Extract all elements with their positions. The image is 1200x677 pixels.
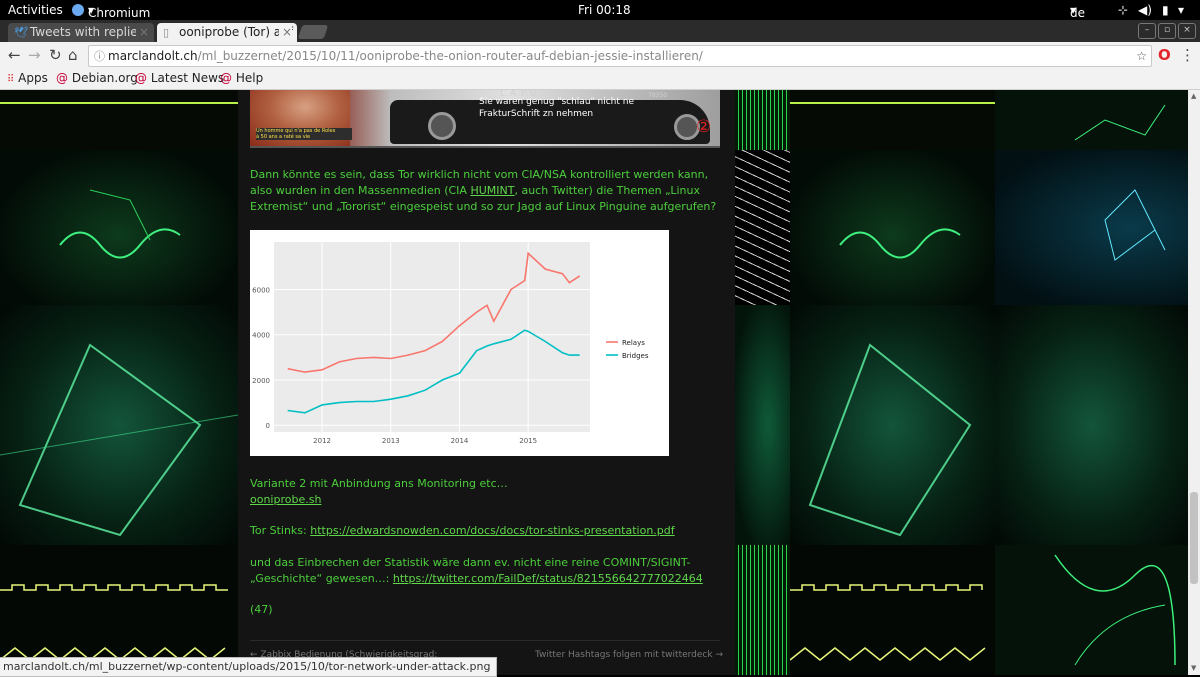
twitter-bird-icon: 🕊 [14,26,28,39]
close-tab-icon[interactable]: × [278,23,292,42]
background-network-image [995,150,1188,305]
address-bar[interactable]: ⓘ marclandolt.ch/ml_buzzernet/2015/10/11/… [88,45,1152,67]
info-icon[interactable]: ⓘ [94,50,105,63]
background-laser-grid-image [790,305,995,545]
bookmark-star-icon[interactable]: ☆ [1136,46,1147,66]
apps-grid-icon: ⠿ [7,74,15,85]
clock[interactable]: Fri 00:18 [578,3,631,17]
chart-svg: 0 2000 4000 6000 2012 2013 2014 2015 Relays Bridg… [252,242,649,445]
car-number: 78350 [648,92,668,99]
browser-toolbar: ← → ↻ ⌂ ⓘ marclandolt.ch/ml_buzzernet/201… [0,42,1200,70]
background-matrix-image [735,545,790,675]
page-viewport: Un homme qui n'a pas de Rolex à 50 ans a … [0,90,1188,675]
twitter-status-link[interactable]: https://twitter.com/FailDef/status/82155… [393,572,703,585]
keyboard-layout-indicator[interactable]: de ▾ [1070,3,1085,20]
y-tick-label: 4000 [252,332,270,340]
close-tab-icon[interactable]: × [135,23,149,42]
background-matrix-image [735,90,790,150]
divider [250,640,720,641]
bookmark-debian[interactable]: @ Debian.org [56,71,138,85]
debian-swirl-icon: @ [220,71,232,85]
y-tick-label: 0 [266,422,270,430]
battery-icon[interactable]: ▮ [1162,3,1169,17]
x-tick-label: 2015 [519,437,537,445]
back-icon[interactable]: ← [8,46,21,64]
x-tick-label: 2014 [451,437,469,445]
minimize-icon[interactable]: – [1138,23,1156,39]
system-top-bar: Activities Chromium Web Browser ▾ Fri 00… [0,0,1200,48]
page-icon: ▯ [163,26,170,39]
background-defcon-laser-image [790,150,995,305]
new-tab-button[interactable] [297,25,329,39]
forward-icon[interactable]: → [28,46,41,64]
status-bubble-url: marclandolt.ch/ml_buzzernet/wp-content/u… [0,657,498,677]
badge-number: ② [696,117,712,137]
y-tick-label: 6000 [252,287,270,295]
view-count: (47) [250,603,273,616]
background-laser-grid-image [995,305,1188,545]
background-wireframe-image [735,150,790,305]
car-wheel [428,112,456,140]
background-waveform-image [790,545,995,675]
activities-button[interactable]: Activities [8,3,63,17]
background-defcon-laser-image [0,150,238,305]
scroll-down-icon[interactable]: ▼ [1191,664,1196,672]
ooniprobe-sh-link[interactable]: ooniprobe.sh [250,493,321,506]
banner-image: Un homme qui n'a pas de Rolex à 50 ans a … [250,90,720,148]
page-scrollbar[interactable]: ▲ ▼ [1188,90,1200,675]
reload-icon[interactable]: ↻ [49,46,62,64]
next-post-link[interactable]: Twitter Hashtags folgen mit twitterdeck … [535,650,723,660]
tor-stinks-paragraph: Tor Stinks: https://edwardsnowden.com/do… [250,524,675,537]
debian-swirl-icon: @ [135,71,147,85]
background-laser-grid-image [0,305,238,545]
x-tick-label: 2012 [313,437,331,445]
rolex-sticker: Un homme qui n'a pas de Rolex à 50 ans a … [256,128,352,140]
legend-label-bridges: Bridges [622,352,649,360]
close-window-icon[interactable]: × [1178,23,1196,39]
chromium-app-icon [72,4,84,16]
tor-stinks-link[interactable]: https://edwardsnowden.com/docs/docs/tor-… [310,524,674,537]
background-oscilloscope-image [0,90,238,150]
background-laser-lines-image [995,545,1188,675]
variante-text: Variante 2 mit Anbindung ans Monitoring … [250,477,508,490]
background-oscilloscope-image [790,90,995,150]
network-icon[interactable]: ⊹ [1118,3,1128,17]
background-particle-image [995,90,1188,150]
background-laser-grid-image [735,305,790,545]
scrollbar-thumb[interactable] [1190,492,1198,584]
x-tick-label: 2013 [382,437,400,445]
tab-tweets[interactable]: 🕊 Tweets with replies × [8,23,154,42]
einbrechen-paragraph: und das Einbrechen der Statistik wäre da… [250,556,703,585]
plot-panel [274,242,590,432]
background-waveform-image [0,545,238,675]
legend-label-relays: Relays [622,339,645,347]
article-paragraph: Dann könnte es sein, dass Tor wirklich n… [250,168,717,213]
opera-extension-icon[interactable]: O [1158,46,1171,64]
variante-paragraph: Variante 2 mit Anbindung ans Monitoring … [250,476,720,508]
bookmarks-bar: ⠿ Apps @ Debian.org @ Latest News @ Help [0,70,1200,90]
bookmark-apps[interactable]: ⠿ Apps [7,71,48,85]
article-content: Un homme qui n'a pas de Rolex à 50 ans a … [238,90,735,675]
tor-relays-bridges-chart[interactable]: 0 2000 4000 6000 2012 2013 2014 2015 Relays Bridg… [250,230,669,456]
menu-icon[interactable]: ⋮ [1180,46,1195,64]
bookmark-latest-news[interactable]: @ Latest News [135,71,224,85]
tab-ooniprobe[interactable]: ▯ ooniprobe (Tor) auf × [157,23,297,42]
banner-caption: Sie waren genug "schlau" nicht ne Fraktur… [479,97,635,119]
home-icon[interactable]: ⌂ [68,46,78,64]
debian-swirl-icon: @ [56,71,68,85]
app-menu[interactable]: Chromium Web Browser ▾ [88,3,150,48]
bookmark-help[interactable]: @ Help [220,71,263,85]
volume-icon[interactable]: ◀) [1138,3,1152,17]
y-tick-label: 2000 [252,377,270,385]
humint-link[interactable]: HUMINT [470,184,514,197]
tab-strip: 🕊 Tweets with replies × ▯ ooniprobe (Tor) … [0,20,1200,42]
system-menu-chevron-icon[interactable]: ▾ [1178,3,1184,17]
maximize-icon[interactable]: ▫ [1158,23,1176,39]
scroll-up-icon[interactable]: ▲ [1191,92,1196,100]
